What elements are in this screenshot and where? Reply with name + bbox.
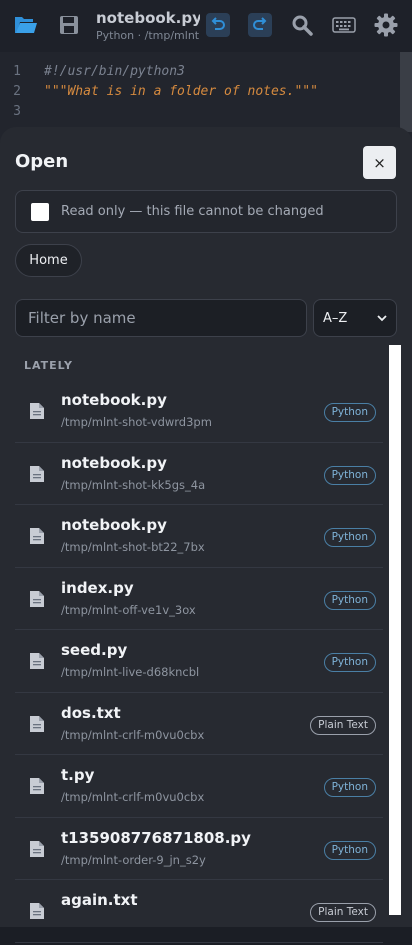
code-content[interactable]: #!/usr/bin/python3 """What is in a folde… xyxy=(44,62,318,102)
file-icon xyxy=(30,840,44,857)
language-badge: Python xyxy=(323,465,376,485)
keyboard-icon[interactable] xyxy=(331,12,357,38)
app-toolbar: notebook.py Python · /tmp/mlnt xyxy=(0,0,412,52)
file-name: dos.txt xyxy=(61,703,121,722)
filter-input[interactable]: Filter by name xyxy=(15,299,307,337)
file-icon xyxy=(30,528,44,544)
chevron-down-icon xyxy=(377,315,387,322)
file-icon xyxy=(30,403,44,419)
sort-select[interactable]: A–Z xyxy=(313,299,397,337)
file-path: /tmp/mlnt-crlf-m0vu0cbx xyxy=(61,727,205,742)
list-item[interactable]: notebook.py /tmp/mlnt-shot-vdwrd3pm Pyth… xyxy=(15,380,383,443)
close-button[interactable]: × xyxy=(363,146,396,179)
sort-value: A–Z xyxy=(323,310,348,326)
line-number: 3 xyxy=(13,104,21,119)
open-file-sheet: Open × Read only — this file cannot be c… xyxy=(0,127,412,943)
language-badge: Python xyxy=(323,590,376,610)
section-label: LATELY xyxy=(24,359,73,372)
file-icon xyxy=(30,903,44,919)
file-name: notebook.py xyxy=(61,516,167,534)
read-only-checkbox[interactable] xyxy=(31,202,49,221)
save-icon[interactable] xyxy=(56,12,82,38)
file-path: /tmp/mlnt-shot-bt22_7bx xyxy=(61,540,205,554)
list-item[interactable]: t135908776871808.py /tmp/mlnt-order-9_jn… xyxy=(15,818,383,880)
redo-icon xyxy=(253,17,267,30)
file-title-block: notebook.py Python · /tmp/mlnt xyxy=(96,9,200,44)
list-item[interactable]: notebook.py /tmp/mlnt-shot-kk5gs_4a Pyth… xyxy=(15,443,383,505)
list-item[interactable]: notebook.py /tmp/mlnt-shot-bt22_7bx Pyth… xyxy=(15,505,383,568)
sheet-title: Open xyxy=(15,151,69,172)
undo-icon xyxy=(211,17,225,30)
code-line-docstring: """What is in a folder of notes.""" xyxy=(44,84,318,99)
file-icon xyxy=(30,590,44,607)
file-name: t135908776871808.py xyxy=(61,828,251,847)
search-icon[interactable] xyxy=(289,12,315,38)
list-item[interactable]: dos.txt /tmp/mlnt-crlf-m0vu0cbx Plain Te… xyxy=(15,693,383,755)
file-subtitle: Python · /tmp/mlnt xyxy=(96,29,200,42)
line-number: 1 xyxy=(13,64,21,79)
file-name: index.py xyxy=(61,578,134,597)
file-name: notebook.py xyxy=(61,453,167,472)
file-icon xyxy=(30,715,44,732)
file-path: /tmp/mlnt-order-9_jn_s2y xyxy=(61,852,206,867)
read-only-label: Read only — this file cannot be changed xyxy=(61,204,324,219)
language-badge: Python xyxy=(323,403,376,422)
list-scrollbar[interactable] xyxy=(389,345,401,915)
file-name: again.txt xyxy=(61,891,138,909)
line-number: 2 xyxy=(13,84,21,99)
file-icon xyxy=(30,653,44,669)
folder-open-icon[interactable] xyxy=(13,12,39,38)
editor-scrollbar[interactable] xyxy=(400,52,412,132)
language-badge: Python xyxy=(323,528,376,547)
list-item[interactable]: index.py /tmp/mlnt-off-ve1v_3ox Python xyxy=(15,568,383,630)
language-badge: Plain Text xyxy=(310,715,376,735)
language-badge: Python xyxy=(323,840,376,860)
recent-file-list: notebook.py /tmp/mlnt-shot-vdwrd3pm Pyth… xyxy=(15,380,383,943)
file-path: /tmp/mlnt-off-ve1v_3ox xyxy=(61,602,196,617)
code-line-shebang: #!/usr/bin/python3 xyxy=(44,64,185,79)
file-path: /tmp/mlnt-shot-kk5gs_4a xyxy=(61,477,206,492)
file-icon xyxy=(30,778,44,794)
redo-button[interactable] xyxy=(248,13,272,37)
list-item[interactable]: t.py /tmp/mlnt-crlf-m0vu0cbx Python xyxy=(15,755,383,818)
read-only-option[interactable]: Read only — this file cannot be changed xyxy=(15,190,397,233)
language-badge: Python xyxy=(323,778,376,797)
gear-icon[interactable] xyxy=(373,12,399,38)
file-path: /tmp/mlnt-shot-vdwrd3pm xyxy=(61,415,212,429)
language-badge: Plain Text xyxy=(310,903,376,922)
file-title: notebook.py xyxy=(96,9,200,27)
file-path: /tmp/mlnt-crlf-m0vu0cbx xyxy=(61,790,205,804)
file-list-area: LATELY notebook.py /tmp/mlnt-shot-vdwrd3… xyxy=(0,345,388,945)
file-name: seed.py xyxy=(61,641,128,659)
list-item[interactable]: seed.py /tmp/mlnt-live-d68kncbl Python xyxy=(15,630,383,693)
list-item[interactable]: again.txt Plain Text xyxy=(15,880,383,943)
home-breadcrumb-chip[interactable]: Home xyxy=(15,244,82,277)
file-name: t.py xyxy=(61,766,95,784)
file-path: /tmp/mlnt-live-d68kncbl xyxy=(61,665,200,679)
file-icon xyxy=(30,465,44,482)
undo-button[interactable] xyxy=(206,13,230,37)
file-name: notebook.py xyxy=(61,391,167,409)
line-number-gutter: 1 2 3 xyxy=(0,62,34,122)
language-badge: Python xyxy=(323,653,376,672)
